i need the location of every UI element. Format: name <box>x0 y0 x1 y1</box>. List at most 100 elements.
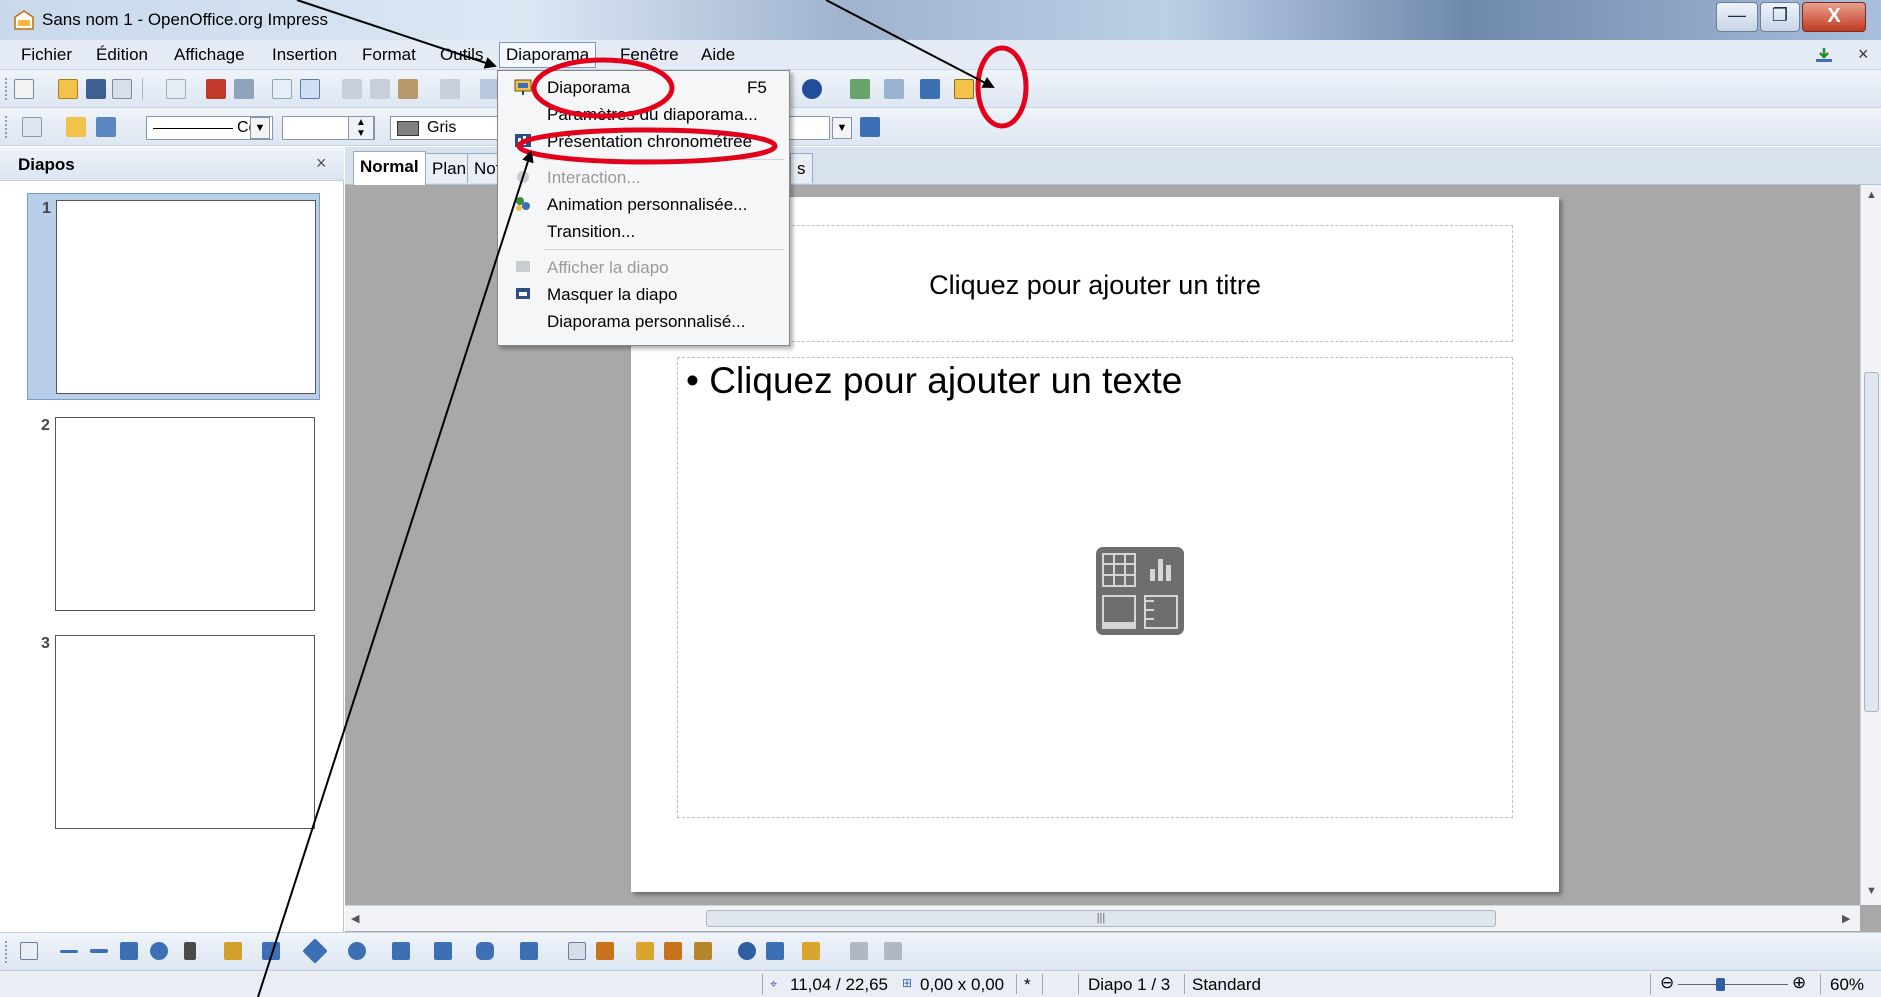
horizontal-scroll-thumb[interactable]: ||| <box>706 910 1496 927</box>
zoom-slider[interactable] <box>1678 984 1788 985</box>
slide-thumbnail-2[interactable]: 2 <box>27 411 320 618</box>
menu-item-interaction[interactable]: Interaction... <box>498 164 789 191</box>
arrow-tool-icon[interactable] <box>90 949 108 953</box>
rotate-icon[interactable] <box>738 942 756 960</box>
slide-design-icon[interactable] <box>884 79 904 99</box>
insert-chart-icon[interactable] <box>1144 553 1178 587</box>
update-icon[interactable] <box>1814 46 1834 64</box>
menu-diaporama[interactable]: Diaporama <box>499 42 597 68</box>
chevron-down-icon[interactable]: ▼ <box>832 117 852 139</box>
open-icon[interactable] <box>58 79 78 99</box>
menu-item-parametres-diaporama[interactable]: Paramètres du diaporama... <box>498 101 789 128</box>
insert-table-icon[interactable] <box>1102 553 1136 587</box>
clone-format-icon[interactable] <box>440 79 460 99</box>
menu-item-afficher-diapo[interactable]: Afficher la diapo <box>498 254 789 281</box>
arrange-icon[interactable] <box>802 942 820 960</box>
menu-aide[interactable]: Aide <box>701 45 735 65</box>
scroll-down-icon[interactable]: ▼ <box>1866 885 1877 897</box>
cut-icon[interactable] <box>342 79 362 99</box>
menu-insertion[interactable]: Insertion <box>272 45 337 65</box>
connector-icon[interactable] <box>262 942 280 960</box>
toggle-extrusion-icon[interactable] <box>884 942 902 960</box>
symbol-shapes-icon[interactable] <box>348 942 366 960</box>
slide-thumbnail-3[interactable]: 3 <box>27 629 320 836</box>
menu-item-presentation-chronometree[interactable]: Présentation chronométrée <box>498 128 789 155</box>
menu-item-transition[interactable]: Transition... <box>498 218 789 245</box>
arrow-style-icon[interactable] <box>66 117 86 137</box>
content-placeholder[interactable]: • Cliquez pour ajouter un texte <box>677 357 1513 818</box>
maximize-button[interactable]: ❐ <box>1760 2 1800 32</box>
callouts-icon[interactable] <box>476 942 494 960</box>
stars-icon[interactable] <box>520 942 538 960</box>
extrusion-icon[interactable] <box>850 942 868 960</box>
tab-plan[interactable]: Plan <box>425 153 474 183</box>
save-icon[interactable] <box>86 79 106 99</box>
autospellcheck-icon[interactable] <box>300 79 320 99</box>
toolbar-grip[interactable] <box>5 78 8 100</box>
horizontal-scrollbar[interactable]: ◀ ||| ▶ <box>345 905 1860 931</box>
menu-item-masquer-diapo[interactable]: Masquer la diapo <box>498 281 789 308</box>
close-document-icon[interactable]: × <box>1858 44 1869 65</box>
line-width-stepper[interactable]: ▲ ▼ <box>348 116 374 140</box>
email-icon[interactable] <box>112 79 132 99</box>
new-icon[interactable] <box>14 79 34 99</box>
fontwork-icon[interactable] <box>636 942 654 960</box>
ellipse-icon[interactable] <box>150 942 168 960</box>
line-icon[interactable] <box>22 117 42 137</box>
menu-outils[interactable]: Outils <box>440 45 483 65</box>
paste-icon[interactable] <box>398 79 418 99</box>
print-icon[interactable] <box>234 79 254 99</box>
vertical-scrollbar[interactable]: ▲ ▼ <box>1860 185 1881 905</box>
copy-icon[interactable] <box>370 79 390 99</box>
zoom-out-icon[interactable]: ⊖ <box>1660 973 1674 993</box>
menu-fenetre[interactable]: Fenêtre <box>620 45 679 65</box>
zoom-slider-knob[interactable] <box>1716 978 1725 991</box>
zoom-in-icon[interactable]: ⊕ <box>1792 973 1806 993</box>
close-pane-icon[interactable]: × <box>316 153 327 174</box>
toolbar-grip[interactable] <box>5 941 8 963</box>
slide-thumbnail-1[interactable]: 1 <box>27 193 320 400</box>
block-arrows-icon[interactable] <box>392 942 410 960</box>
fill-style-icon[interactable] <box>860 117 880 137</box>
scroll-left-icon[interactable]: ◀ <box>351 912 359 925</box>
vertical-scroll-thumb[interactable] <box>1864 372 1879 712</box>
menu-item-diaporama-personnalise[interactable]: Diaporama personnalisé... <box>498 308 789 335</box>
menu-format[interactable]: Format <box>362 45 416 65</box>
menu-edition[interactable]: Édition <box>96 45 148 65</box>
toolbar-grip[interactable] <box>5 116 8 138</box>
alignment-icon[interactable] <box>766 942 784 960</box>
text-icon[interactable] <box>184 942 196 960</box>
menu-affichage[interactable]: Affichage <box>174 45 245 65</box>
scroll-right-icon[interactable]: ▶ <box>1842 912 1850 925</box>
help-icon[interactable] <box>802 79 822 99</box>
title-placeholder[interactable]: Cliquez pour ajouter un titre <box>677 225 1513 342</box>
slide-layout-icon[interactable] <box>920 79 940 99</box>
chevron-down-icon[interactable]: ▼ <box>250 117 270 139</box>
curve-icon[interactable] <box>224 942 242 960</box>
arrow-style-dropdown-icon[interactable] <box>96 117 116 137</box>
tab-slide-sorter[interactable]: s <box>790 153 813 183</box>
export-pdf-icon[interactable] <box>206 79 226 99</box>
menu-item-diaporama[interactable]: Diaporama F5 <box>498 74 789 101</box>
gallery-icon[interactable] <box>694 942 712 960</box>
insert-image-icon[interactable] <box>1102 595 1136 629</box>
basic-shapes-icon[interactable] <box>302 938 328 964</box>
edit-file-icon[interactable] <box>166 79 186 99</box>
points-icon[interactable] <box>568 942 586 960</box>
status-modified[interactable]: * <box>1024 975 1031 995</box>
glue-points-icon[interactable] <box>596 942 614 960</box>
scroll-up-icon[interactable]: ▲ <box>1866 189 1877 201</box>
select-icon[interactable] <box>20 942 38 960</box>
line-tool-icon[interactable] <box>60 950 78 953</box>
rectangle-icon[interactable] <box>120 942 138 960</box>
status-zoom[interactable]: 60% <box>1830 975 1864 995</box>
close-button[interactable]: X <box>1802 2 1866 32</box>
menu-fichier[interactable]: Fichier <box>21 45 72 65</box>
minimize-button[interactable]: — <box>1716 2 1758 32</box>
start-slideshow-toolbar-icon[interactable] <box>954 79 974 99</box>
spellcheck-icon[interactable] <box>272 79 292 99</box>
slide-icon[interactable] <box>850 79 870 99</box>
flowchart-icon[interactable] <box>434 942 452 960</box>
tab-normal[interactable]: Normal <box>353 151 426 185</box>
from-file-icon[interactable] <box>664 942 682 960</box>
